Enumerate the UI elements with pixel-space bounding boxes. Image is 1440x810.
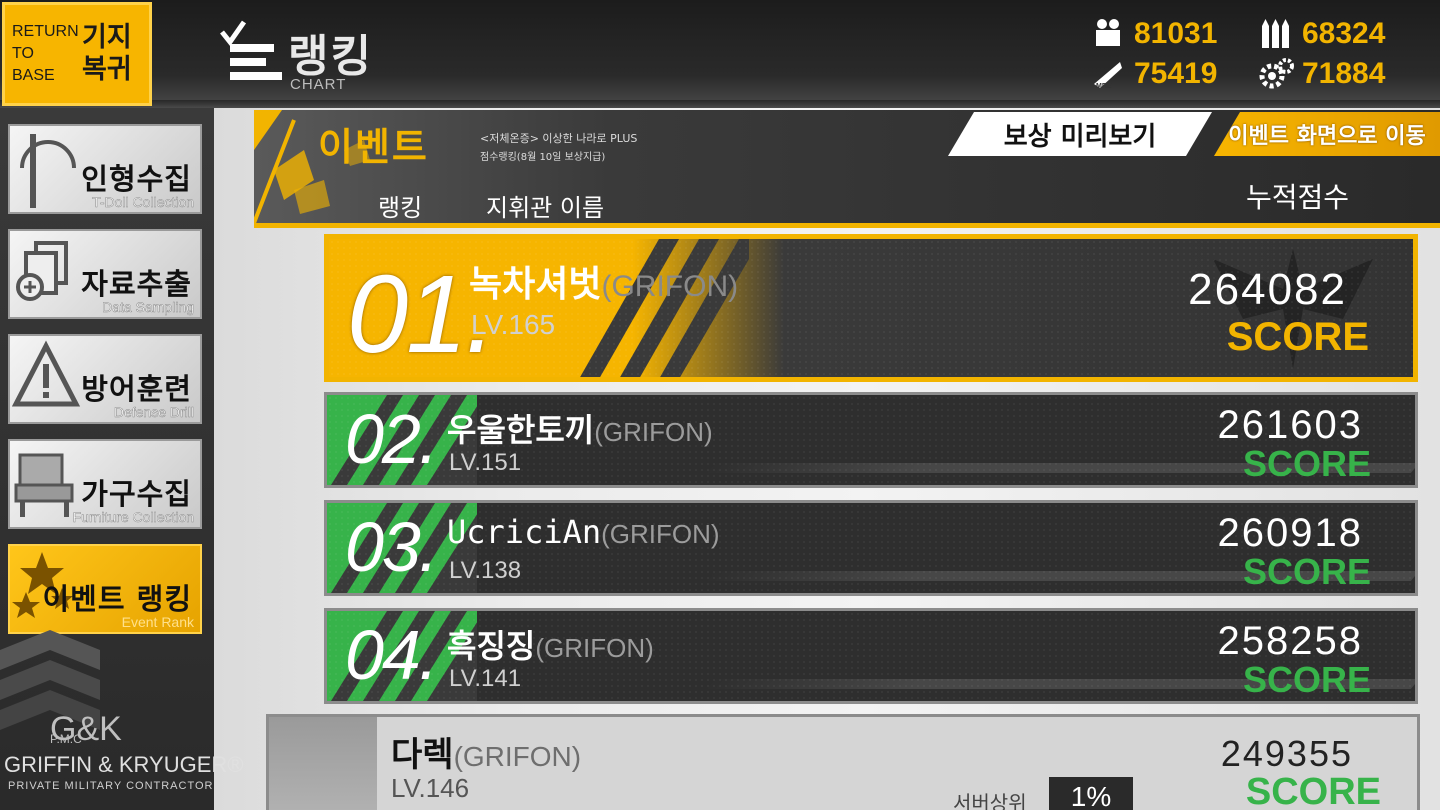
row-score: 260918 <box>1217 511 1363 555</box>
parts-resource: 71884 <box>1258 56 1385 92</box>
row-level: LV.151 <box>449 449 522 476</box>
row-player-name: 우울한토끼(GRIFON) <box>447 411 713 449</box>
event-title: 이벤트 <box>318 125 429 169</box>
rations-icon: MRE <box>1094 62 1122 90</box>
row-score: 258258 <box>1217 619 1363 663</box>
rations-resource: MRE 75419 <box>1090 56 1217 92</box>
my-player-name: 다렉(GRIFON) <box>391 735 582 775</box>
page-title-kr: 랭킹 <box>288 31 373 82</box>
row-score-label: SCORE <box>1242 443 1371 484</box>
page-title: 랭킹 CHART <box>210 12 450 96</box>
sidebar-item-furniture-collection[interactable]: 가구수집 Furniture Collection <box>8 439 202 529</box>
row-score-label: SCORE <box>1242 551 1371 592</box>
event-reward-note: 점수랭킹(8월 10일 보상지급) <box>480 152 606 163</box>
ranking-list-icon <box>220 20 282 80</box>
svg-text:MRE: MRE <box>1096 83 1112 90</box>
row-rank: 03. <box>345 508 438 586</box>
server-rank-label: 서버상위 <box>953 791 1027 810</box>
row-player-name: 녹차셔벗(GRIFON) <box>469 264 739 305</box>
row-player-name: UcriciAn(GRIFON) <box>447 513 720 551</box>
warning-icon <box>12 340 81 407</box>
ammo-icon <box>1262 19 1289 48</box>
row-level: LV.141 <box>449 665 522 692</box>
sidebar-item-defense-drill[interactable]: 방어훈련 Defense Drill <box>8 334 202 424</box>
return-button-en-label: RETURN TO BASE <box>12 23 79 84</box>
sidebar-item-tdoll-collection[interactable]: 인형수집 T-Doll Collection <box>8 124 202 214</box>
row-level: LV.165 <box>471 309 556 340</box>
manpower-icon <box>1096 19 1120 46</box>
row-score: 264082 <box>1188 265 1347 314</box>
go-to-event-button[interactable]: 이벤트 화면으로 이동 <box>1214 112 1440 156</box>
my-score-label: SCORE <box>1245 771 1381 810</box>
griffin-kryuger-logo: P.M.C G&K GRIFFIN & KRYUGER® PRIVATE MIL… <box>0 630 244 810</box>
row-rank: 04. <box>345 616 438 694</box>
ammo-resource: 68324 <box>1258 16 1385 52</box>
return-to-base-button[interactable]: RETURN TO BASE 기지 복귀 <box>2 2 152 106</box>
server-percentile: 1% <box>1049 777 1133 810</box>
row-score: 261603 <box>1217 403 1363 447</box>
parts-icon <box>1259 58 1294 89</box>
ranking-row[interactable]: 03. UcriciAn(GRIFON) LV.138 260918 SCORE <box>324 500 1418 596</box>
data-icon <box>16 241 68 301</box>
my-ranking-row: 다렉(GRIFON) LV.146 249355 SCORE 서버상위 1% <box>266 714 1420 810</box>
sidebar-item-event-rank[interactable]: 이벤트 랭킹 Event Rank <box>8 544 202 634</box>
page-title-en: CHART <box>290 76 347 93</box>
column-header-score: 누적점수 <box>1246 181 1350 214</box>
column-header-rank: 랭킹 <box>378 194 423 222</box>
ranking-row[interactable]: 04. 흑징징(GRIFON) LV.141 258258 SCORE <box>324 608 1418 704</box>
reward-preview-button[interactable]: 보상 미리보기 <box>948 112 1212 156</box>
event-description: <저체온증> 이상한 나라로 PLUS <box>480 132 638 145</box>
ranking-row[interactable]: 02. 우울한토끼(GRIFON) LV.151 261603 SCORE <box>324 392 1418 488</box>
row-level: LV.138 <box>449 557 522 584</box>
row-player-name: 흑징징(GRIFON) <box>447 627 654 665</box>
row-score-label: SCORE <box>1242 659 1371 700</box>
column-header-name: 지휘관 이름 <box>486 194 605 222</box>
row-score-label: SCORE <box>1226 315 1369 359</box>
row-rank: 02. <box>345 400 438 478</box>
event-header: 이벤트 <저체온증> 이상한 나라로 PLUS 점수랭킹(8월 10일 보상지급… <box>254 110 1440 228</box>
sidebar-item-data-sampling[interactable]: 자료추출 Data Sampling <box>8 229 202 319</box>
tdoll-icon <box>20 134 76 208</box>
manpower-resource: 81031 <box>1090 16 1217 52</box>
ranking-row[interactable]: 01. 녹차셔벗(GRIFON) LV.165 264082 SCORE <box>324 234 1418 382</box>
my-score: 249355 <box>1220 733 1353 774</box>
return-button-kr-label: 기지 복귀 <box>82 22 132 85</box>
chair-icon <box>14 453 74 517</box>
my-level: LV.146 <box>391 773 470 803</box>
